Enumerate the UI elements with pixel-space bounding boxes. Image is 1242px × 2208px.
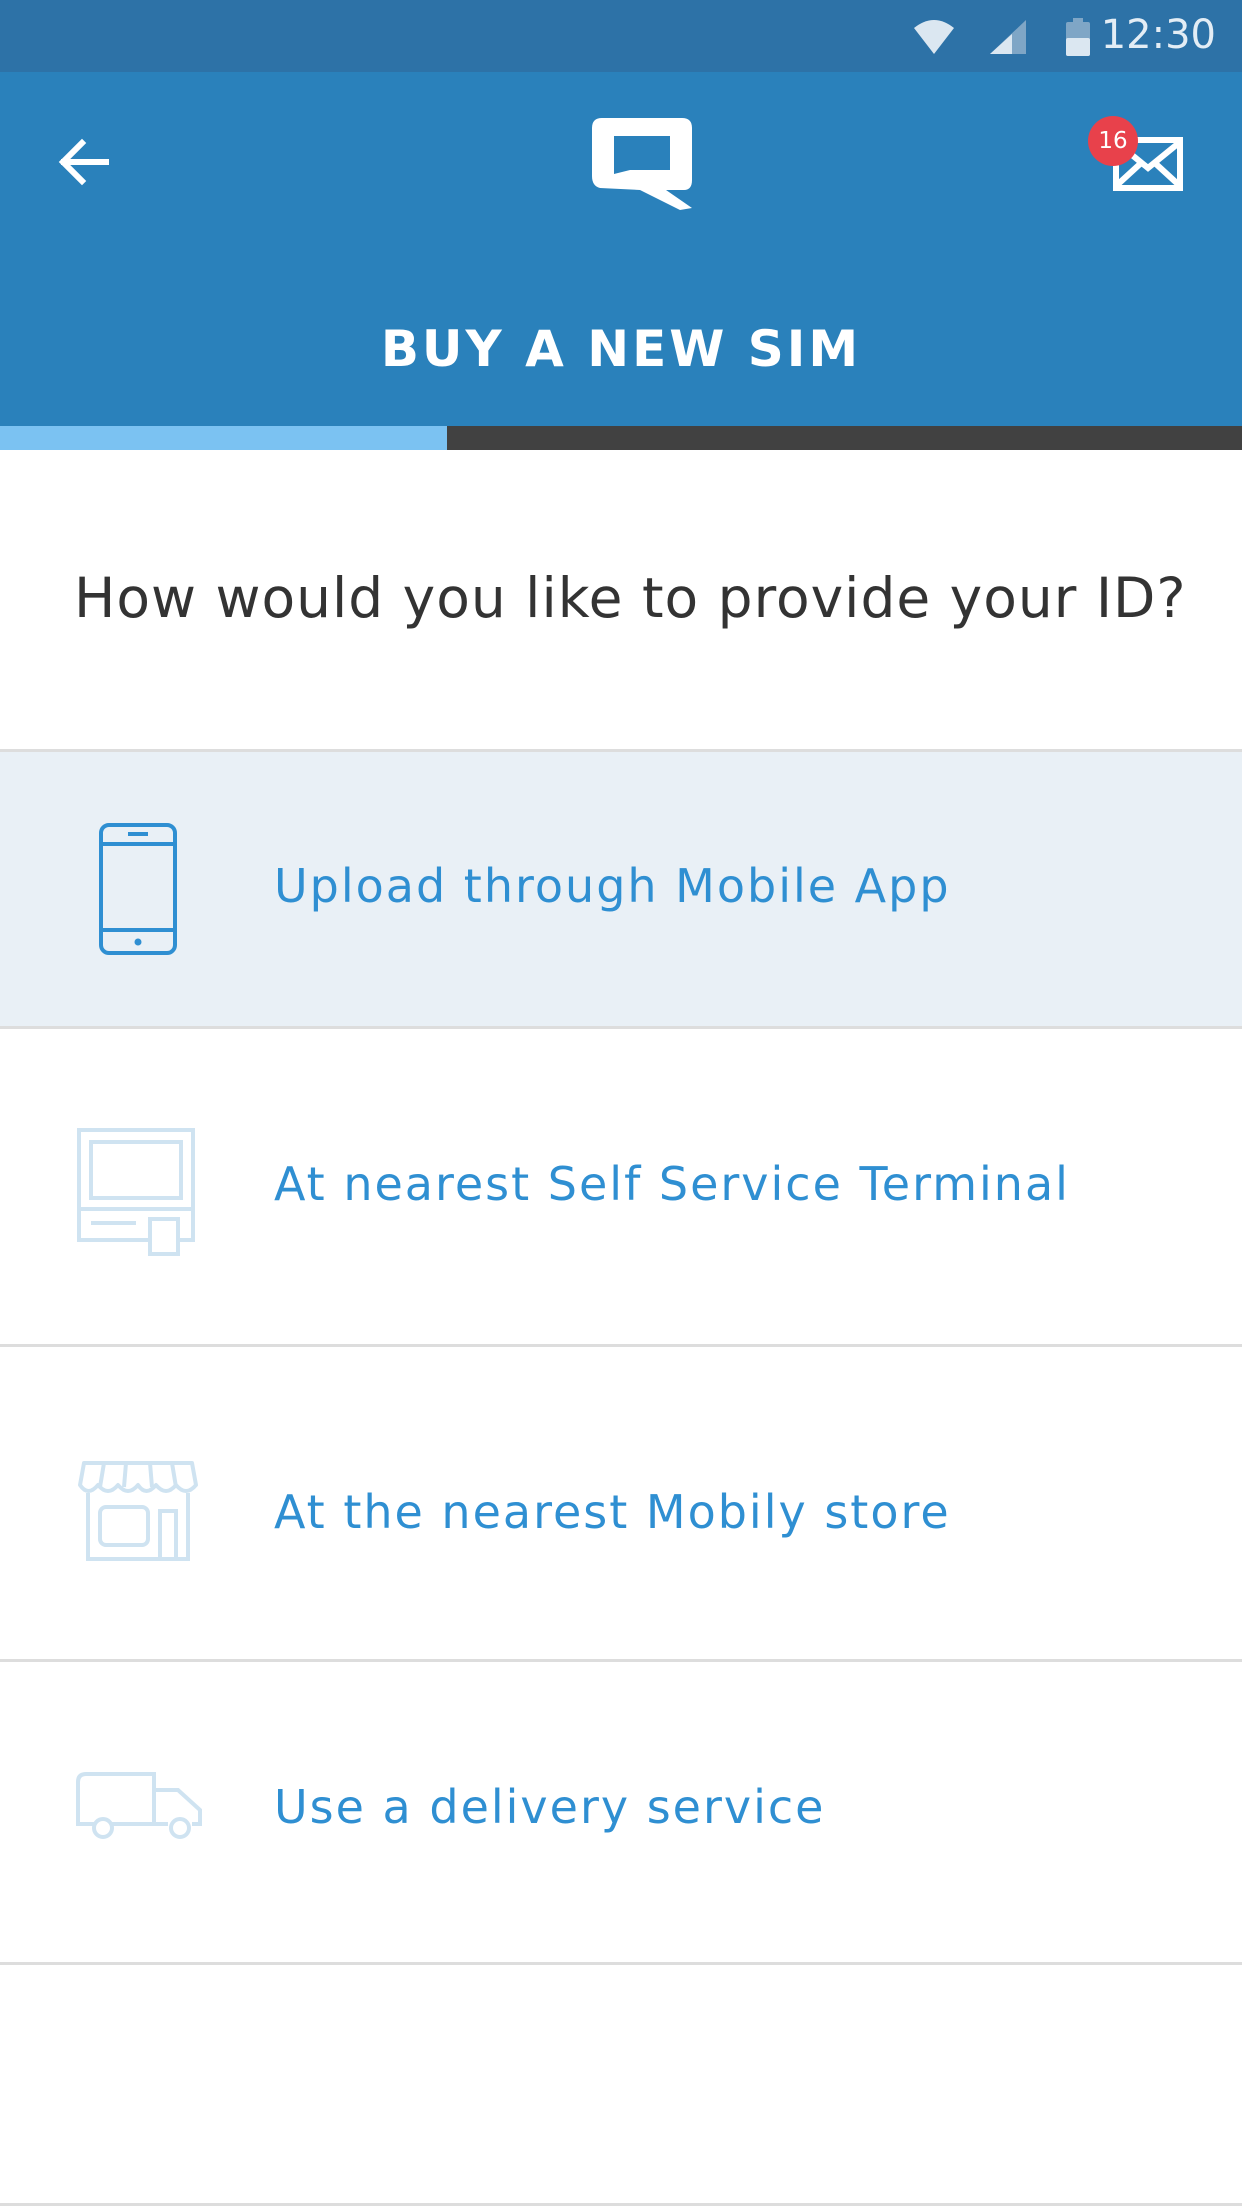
option-upload-mobile-app[interactable]: Upload through Mobile App xyxy=(0,752,1242,1026)
back-arrow-icon[interactable] xyxy=(52,130,116,194)
mobily-logo xyxy=(592,118,692,210)
notification-count-badge: 16 xyxy=(1088,116,1138,166)
status-time: 12:30 xyxy=(1100,12,1216,58)
smartphone-icon xyxy=(99,823,177,955)
option-label: At the nearest Mobily store xyxy=(274,1485,951,1539)
option-delivery-service[interactable]: Use a delivery service xyxy=(0,1662,1242,1962)
cell-signal-icon xyxy=(990,20,1026,54)
status-bar: 12:30 xyxy=(0,0,1242,72)
progress-bar xyxy=(0,426,1242,450)
wifi-icon xyxy=(914,20,954,54)
storefront-icon xyxy=(78,1461,198,1561)
progress-bar-fill xyxy=(0,426,448,450)
option-label: Use a delivery service xyxy=(274,1780,826,1834)
page-title: BUY A NEW SIM xyxy=(380,320,862,378)
option-label: Upload through Mobile App xyxy=(274,859,951,913)
option-label: At nearest Self Service Terminal xyxy=(274,1157,1070,1211)
delivery-truck-icon xyxy=(76,1772,202,1839)
divider xyxy=(0,2203,1242,2206)
option-mobily-store[interactable]: At the nearest Mobily store xyxy=(0,1347,1242,1659)
app-header: 16 BUY A NEW SIM xyxy=(0,72,1242,426)
option-self-service-terminal[interactable]: At nearest Self Service Terminal xyxy=(0,1029,1242,1344)
question-heading: How would you like to provide your ID? xyxy=(74,566,1187,630)
divider xyxy=(0,1962,1242,1965)
battery-icon xyxy=(1066,18,1090,56)
kiosk-terminal-icon xyxy=(77,1128,195,1256)
